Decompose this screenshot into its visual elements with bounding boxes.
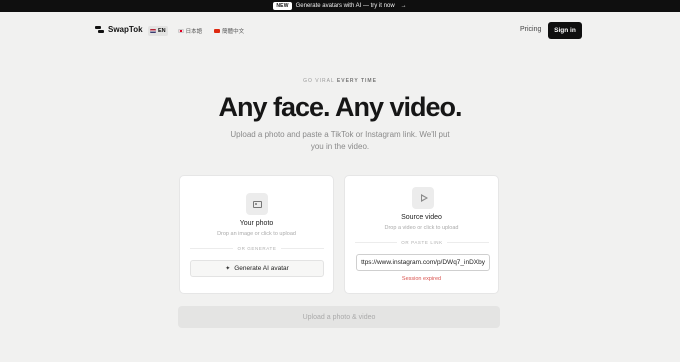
brand-link[interactable]: SwapTok: [95, 25, 143, 34]
play-icon: [420, 194, 428, 202]
eyebrow-part-b: EVERY TIME: [336, 78, 377, 84]
image-icon: [252, 200, 262, 208]
sign-in-button[interactable]: Sign in: [548, 22, 582, 39]
language-option-zh[interactable]: 簡體中文: [212, 26, 246, 36]
hero-eyebrow: GO VIRAL EVERY TIME: [0, 78, 680, 84]
pricing-link[interactable]: Pricing: [520, 26, 541, 33]
generate-avatar-button[interactable]: ✦ Generate AI avatar: [190, 260, 324, 277]
divider-label: OR PASTE LINK: [401, 240, 443, 245]
announcement-text[interactable]: Generate avatars with AI — try it now: [296, 3, 395, 9]
generate-avatar-label: Generate AI avatar: [234, 265, 289, 272]
video-icon-box: [412, 187, 434, 209]
new-badge: NEW: [273, 2, 292, 10]
video-card-hint: Drop a video or click to upload: [384, 225, 459, 231]
submit-button[interactable]: Upload a photo & video: [178, 306, 500, 328]
photo-divider: OR GENERATE: [190, 246, 324, 251]
brand-name: SwapTok: [108, 25, 143, 34]
flag-jp-icon: [177, 29, 184, 33]
hero-subtitle: Upload a photo and paste a TikTok or Ins…: [230, 130, 450, 151]
photo-upload-card[interactable]: Your photo Drop an image or click to upl…: [179, 175, 334, 294]
language-label: EN: [158, 28, 166, 34]
swaptok-logo-icon: [95, 25, 104, 34]
photo-card-hint: Drop an image or click to upload: [217, 231, 296, 237]
video-divider: OR PASTE LINK: [355, 240, 490, 245]
eyebrow-part-a: GO VIRAL: [303, 78, 335, 84]
flag-cn-icon: [214, 29, 221, 33]
sparkle-icon: ✦: [225, 266, 231, 272]
hero-headline: Any face. Any video.: [218, 92, 462, 122]
language-label: 簡體中文: [222, 29, 245, 35]
error-message: Session expired: [401, 276, 442, 282]
video-link-input[interactable]: [356, 254, 490, 271]
video-card-title: Source video: [401, 214, 442, 221]
video-upload-card[interactable]: Source video Drop a video or click to up…: [344, 175, 499, 294]
announcement-bar[interactable]: NEW Generate avatars with AI — try it no…: [0, 0, 680, 12]
divider-label: OR GENERATE: [237, 246, 277, 251]
language-switcher: EN 日本語 簡體中文: [148, 26, 246, 36]
arrow-right-icon: →: [400, 3, 407, 9]
language-label: 日本語: [185, 29, 203, 35]
flag-en-icon: [150, 29, 156, 33]
photo-card-title: Your photo: [239, 220, 274, 227]
photo-icon-box: [246, 193, 268, 215]
language-option-ja[interactable]: 日本語: [176, 26, 205, 36]
language-option-en[interactable]: EN: [148, 26, 168, 36]
top-nav: SwapTok EN 日本語 簡體中文 Pricing Sign in: [0, 12, 680, 48]
